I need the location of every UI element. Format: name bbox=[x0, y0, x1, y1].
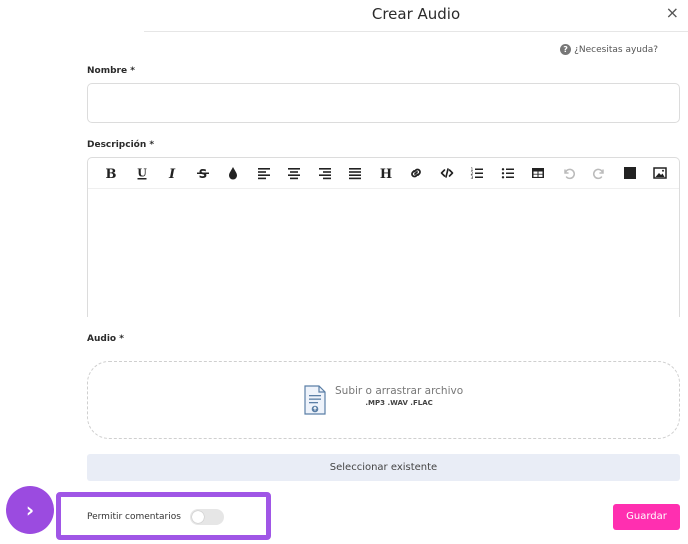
color-square-icon[interactable] bbox=[615, 163, 646, 183]
upload-instructions: Subir o arrastrar archivo bbox=[335, 385, 464, 397]
link-icon[interactable] bbox=[401, 163, 432, 183]
svg-text:U: U bbox=[137, 167, 147, 180]
align-justify-icon[interactable] bbox=[340, 163, 371, 183]
audio-file-icon bbox=[304, 385, 326, 415]
italic-icon[interactable]: I bbox=[157, 163, 188, 183]
help-link[interactable]: ? ¿Necesitas ayuda? bbox=[560, 44, 658, 55]
dropzone-text: Subir o arrastrar archivo .MP3 .WAV .FLA… bbox=[335, 385, 463, 407]
editor-toolbar: B U I S H 123 bbox=[88, 158, 679, 189]
bold-icon[interactable]: B bbox=[96, 163, 127, 183]
name-input[interactable] bbox=[87, 83, 680, 123]
upload-formats: .MP3 .WAV .FLAC bbox=[365, 399, 433, 407]
code-icon[interactable] bbox=[432, 163, 463, 183]
unordered-list-icon[interactable] bbox=[493, 163, 524, 183]
svg-text:3: 3 bbox=[471, 175, 474, 180]
underline-icon[interactable]: U bbox=[127, 163, 158, 183]
description-label: Descripción * bbox=[87, 140, 155, 150]
allow-comments-label: Permitir comentarios bbox=[87, 512, 181, 522]
name-label: Nombre * bbox=[87, 66, 135, 76]
align-center-icon[interactable] bbox=[279, 163, 310, 183]
help-icon: ? bbox=[560, 44, 572, 55]
toggle-knob bbox=[192, 511, 204, 523]
modal-title: Crear Audio bbox=[371, 5, 461, 23]
select-existing-button[interactable]: Seleccionar existente bbox=[87, 454, 680, 481]
svg-text:I: I bbox=[168, 167, 176, 180]
svg-text:H: H bbox=[380, 167, 392, 180]
chevron-right-icon: › bbox=[25, 498, 35, 522]
undo-icon[interactable] bbox=[554, 163, 585, 183]
redo-icon[interactable] bbox=[584, 163, 615, 183]
color-drop-icon[interactable] bbox=[218, 163, 249, 183]
description-editor[interactable]: B U I S H 123 bbox=[87, 157, 680, 317]
table-icon[interactable] bbox=[523, 163, 554, 183]
allow-comments-toggle[interactable] bbox=[190, 509, 224, 525]
help-text: ¿Necesitas ayuda? bbox=[574, 44, 658, 55]
close-icon[interactable]: × bbox=[666, 5, 679, 21]
expand-fab-button[interactable]: › bbox=[6, 486, 54, 534]
audio-label: Audio * bbox=[87, 334, 124, 344]
align-left-icon[interactable] bbox=[249, 163, 280, 183]
audio-dropzone[interactable]: Subir o arrastrar archivo .MP3 .WAV .FLA… bbox=[87, 361, 680, 439]
svg-text:B: B bbox=[106, 167, 117, 180]
save-button[interactable]: Guardar bbox=[613, 504, 680, 530]
modal-header: Crear Audio × bbox=[144, 0, 688, 32]
image-icon[interactable] bbox=[645, 163, 676, 183]
align-right-icon[interactable] bbox=[310, 163, 341, 183]
heading-icon[interactable]: H bbox=[371, 163, 402, 183]
ordered-list-icon[interactable]: 123 bbox=[462, 163, 493, 183]
strikethrough-icon[interactable]: S bbox=[188, 163, 219, 183]
dropzone-content: Subir o arrastrar archivo .MP3 .WAV .FLA… bbox=[303, 385, 463, 415]
